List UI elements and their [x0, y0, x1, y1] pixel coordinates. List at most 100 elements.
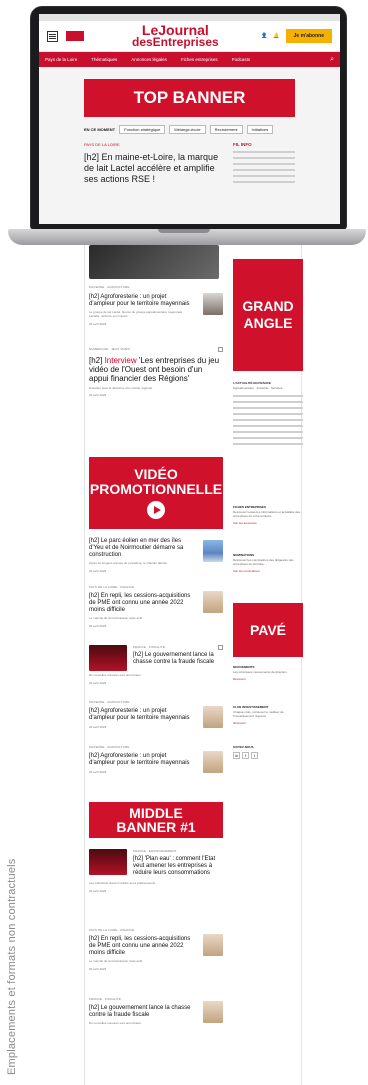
nav-item-annonces[interactable]: Annonces légales: [131, 57, 167, 62]
sidebar-box-link[interactable]: Découvrir: [233, 721, 303, 725]
article-title[interactable]: Agroforesterie : un projet d'ampleur pou…: [89, 753, 190, 766]
article-video-thumbnail[interactable]: [89, 849, 127, 875]
mockup-root: Emplacements et formats non contractuels…: [0, 0, 368, 1085]
article-card[interactable]: MAYENNE · AGRICULTURE [h2] Agroforesteri…: [89, 745, 223, 774]
article-title[interactable]: Le gouvernement lance la chasse contre l…: [89, 1005, 190, 1018]
lead-article[interactable]: PAYS DE LA LOIRE [h2] En maine-et-Loire,…: [84, 142, 223, 184]
hero-image: [89, 245, 219, 279]
article-title[interactable]: 'Plan eau' : comment l'Etat veut amener …: [133, 856, 215, 876]
article-meta: NUMÉRIQUE · JEUX VIDÉO: [89, 347, 131, 351]
linkedin-icon[interactable]: in: [233, 752, 240, 759]
article-card[interactable]: PAYS DE LA LOIRE · FINANCE [h2] En repli…: [89, 928, 223, 971]
article-date: 26 avril 2023: [89, 623, 107, 628]
nav-item-thematiques[interactable]: Thématiques: [91, 57, 117, 62]
lead-title[interactable]: [h2] En maine-et-Loire, la marque de lai…: [84, 152, 223, 184]
middle-banner-ad[interactable]: MIDDLE BANNER #1: [89, 802, 223, 838]
article-card[interactable]: FRANCE · ENVIRONNEMENT [h2] 'Plan eau' :…: [89, 849, 223, 893]
social-links: in f t: [233, 752, 303, 759]
article-thumbnail[interactable]: [203, 1001, 223, 1023]
sidebar-box-title: CLUB INVESTISSEMENT: [233, 705, 269, 709]
nav-region[interactable]: Pays de la Loire: [45, 57, 77, 62]
interview-label: Interview: [104, 356, 137, 365]
trending-chip[interactable]: Initiatives: [246, 125, 274, 134]
trending-chip[interactable]: Fonction stratégique: [119, 125, 166, 134]
bookmark-icon[interactable]: [218, 347, 223, 352]
article-title[interactable]: Le gouvernement lance la chasse contre l…: [133, 652, 214, 665]
article-card[interactable]: MAYENNE · AGRICULTURE [h2] Agroforesteri…: [89, 700, 223, 729]
article-thumbnail[interactable]: [203, 934, 223, 956]
main-nav: Pays de la Loire Thématiques Annonces lé…: [39, 52, 340, 67]
article-excerpt: Le groupe de lait Lactel, fleuron du gro…: [89, 309, 183, 318]
follow-us: SUIVEZ-NOUS in f t: [233, 745, 303, 759]
top-banner-ad[interactable]: TOP BANNER: [84, 79, 295, 117]
article-card[interactable]: FRANCE · FISCALITÉ [h2] Le gouvernement …: [89, 997, 223, 1026]
pave-ad[interactable]: PAVÉ: [233, 603, 303, 657]
laptop-notch: [158, 229, 210, 233]
article-excerpt: De nouvelles mesures sont annoncées.: [89, 672, 142, 677]
article-meta: MAYENNE · AGRICULTURE: [89, 700, 130, 704]
account-icon[interactable]: 👤: [261, 33, 267, 39]
article-card[interactable]: FRANCE · FISCALITÉ [h2] Le gouvernement …: [89, 645, 223, 685]
article-excerpt: Le marché de la transmission reste actif…: [89, 958, 143, 963]
partner-logo: [66, 31, 84, 41]
site-header: LeJournal desEntreprises 👤 🔔 Je m'abonne: [39, 21, 340, 52]
sidebar-box-club: CLUB INVESTISSEMENT Chaque mois, retrouv…: [233, 705, 303, 725]
video-ad[interactable]: VIDÉO PROMOTIONNELLE: [89, 457, 223, 529]
article-card[interactable]: NUMÉRIQUE · JEUX VIDÉO [h2] Interview 'L…: [89, 347, 223, 397]
twitter-icon[interactable]: t: [251, 752, 258, 759]
nav-item-fiches[interactable]: Fiches entreprises: [181, 57, 218, 62]
sidebar-news-title: L'ACTUALITÉ EN FRANCE: [233, 381, 271, 385]
grand-angle-label: GRAND ANGLE: [242, 297, 294, 332]
nav-item-podcasts[interactable]: Podcasts: [232, 57, 251, 62]
sidebar-box-link[interactable]: Voir les nominations: [233, 569, 303, 573]
laptop-content: TOP BANNER EN CE MOMENT Fonction stratég…: [39, 67, 340, 190]
article-card[interactable]: PAYS DE LA LOIRE · FINANCE [h2] En repli…: [89, 585, 223, 628]
notification-icon[interactable]: 🔔: [273, 33, 279, 39]
trending-chip[interactable]: Mélange-école: [169, 125, 206, 134]
article-meta: MAYENNE · AGRICULTURE: [89, 745, 130, 749]
bookmark-icon[interactable]: [218, 645, 223, 650]
site-logo[interactable]: LeJournal desEntreprises: [132, 23, 219, 49]
trending-row: EN CE MOMENT Fonction stratégique Mélang…: [84, 125, 295, 134]
sidebar-box-title: MOUVEMENTS: [233, 665, 255, 669]
sidebar-news-text: Agroalimentaire · Industrie · Services: [233, 386, 283, 390]
article-thumbnail[interactable]: [203, 540, 223, 562]
sidebar-box-text: Retrouvez les nominations des dirigeants…: [233, 558, 294, 566]
laptop-frame: LeJournal desEntreprises 👤 🔔 Je m'abonne…: [30, 6, 347, 230]
article-card[interactable]: [h2] Le parc éolien en mer des îles d'Ye…: [89, 538, 223, 573]
article-title[interactable]: Le parc éolien en mer des îles d'Yeu et …: [89, 538, 183, 558]
article-thumbnail[interactable]: [203, 591, 223, 613]
article-thumbnail[interactable]: [203, 751, 223, 773]
article-title[interactable]: Agroforesterie : un projet d'ampleur pou…: [89, 294, 190, 307]
article-video-thumbnail[interactable]: [89, 645, 127, 671]
search-icon[interactable]: ⌕: [330, 56, 334, 64]
subscribe-button[interactable]: Je m'abonne: [285, 29, 332, 43]
facebook-icon[interactable]: f: [242, 752, 249, 759]
play-icon[interactable]: [147, 501, 165, 520]
article-title[interactable]: En repli, les cessions-acquisitions de P…: [89, 593, 190, 613]
article-excerpt: Le marché de la transmission reste actif…: [89, 615, 143, 620]
grand-angle-ad[interactable]: GRAND ANGLE: [233, 259, 303, 371]
fil-info-sidebar: FIL INFO: [233, 142, 295, 184]
lead-section: PAYS DE LA LOIRE [h2] En maine-et-Loire,…: [84, 142, 295, 184]
article-thumbnail[interactable]: [203, 293, 223, 315]
article-meta: PAYS DE LA LOIRE · FINANCE: [89, 928, 135, 932]
article-card[interactable]: MAYENNE · AGRICULTURE [h2] Agroforesteri…: [89, 285, 223, 326]
article-date: 26 avril 2023: [89, 680, 107, 685]
sidebar-news: L'ACTUALITÉ EN FRANCE Agroalimentaire · …: [233, 381, 303, 445]
sidebar-box-link[interactable]: Voir les annonces: [233, 521, 303, 525]
fil-info-title: FIL INFO: [233, 142, 252, 147]
article-meta: FRANCE · ENVIRONNEMENT: [133, 849, 177, 853]
article-thumbnail[interactable]: [203, 706, 223, 728]
article-title[interactable]: En repli, les cessions-acquisitions de P…: [89, 936, 190, 956]
article-date: 26 avril 2023: [89, 321, 107, 326]
sidebar-box-mouvements: MOUVEMENTS Les principaux mouvements de …: [233, 665, 303, 681]
sidebar-box-link[interactable]: Découvrir: [233, 677, 303, 681]
sidebar-box-nominations: NOMINATIONS Retrouvez les nominations de…: [233, 553, 303, 573]
hamburger-menu-icon[interactable]: [47, 30, 58, 42]
article-title[interactable]: Agroforesterie : un projet d'ampleur pou…: [89, 708, 190, 721]
article-date: 26 avril 2023: [89, 568, 107, 573]
trending-chip[interactable]: Recrutement: [209, 125, 243, 134]
logo-line-2: desEntreprises: [132, 34, 219, 49]
sidebar-box-fiches: FICHES ENTREPRISES Retrouvez toutes les …: [233, 505, 303, 525]
